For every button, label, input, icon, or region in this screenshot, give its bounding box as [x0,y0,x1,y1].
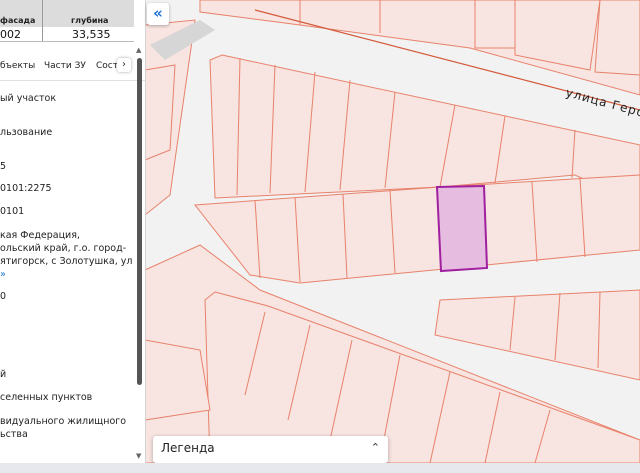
table-col-header-facade: фасада [0,16,36,25]
parcel [144,339,211,421]
address-more-link[interactable]: » [0,268,6,281]
table-cell-depth: 33,535 [72,28,111,41]
detail-item: 0 [0,291,7,302]
tabs-next-button[interactable]: › [117,58,131,72]
selected-parcel[interactable] [435,184,489,273]
scroll-down-arrow[interactable]: ▼ [136,452,141,460]
detail-quarter: 0101 [0,206,25,217]
table-divider [42,0,43,41]
parcel [594,0,640,76]
parcel [474,0,521,49]
tab-objects[interactable]: бъекты [0,61,35,71]
bottom-bar [0,463,640,473]
scrollbar-thumb[interactable] [137,58,142,385]
detail-usage: льзование [0,127,53,138]
detail-value: 5 [0,161,7,172]
chevron-updown-icon: ⌃ [370,441,380,454]
detail-address-line3: ятигорск, с Золотушка, ул [0,256,133,267]
info-panel: фасада глубина 002 33,535 бъекты Части З… [0,0,146,463]
detail-cadastral-number: 0101:2275 [0,183,52,194]
detail-permitted-use-line2: ьства [0,429,28,440]
detail-permitted-use-line1: видуального жилищного [0,416,127,427]
double-chevron-left-icon: « [153,4,163,22]
detail-address-line2: ольский край, г.о. город- [0,243,127,254]
collapse-panel-button[interactable]: « [147,3,169,25]
scroll-up-arrow[interactable]: ▲ [136,46,141,54]
detail-item: й [0,369,7,380]
table-header: фасада глубина [0,0,134,27]
detail-land-category: селенных пунктов [0,392,93,403]
detail-address-line1: кая Федерация, [0,230,80,241]
detail-category: ый участок [0,93,57,104]
tab-parts[interactable]: Части ЗУ [44,61,86,71]
parcel [144,64,176,161]
table-col-header-depth: глубина [71,16,109,25]
legend-select[interactable]: Легенда ⌃ [153,436,388,463]
table-cell-facade: 002 [0,28,21,41]
legend-label: Легенда [161,441,215,455]
table-row: 002 33,535 [0,27,134,42]
